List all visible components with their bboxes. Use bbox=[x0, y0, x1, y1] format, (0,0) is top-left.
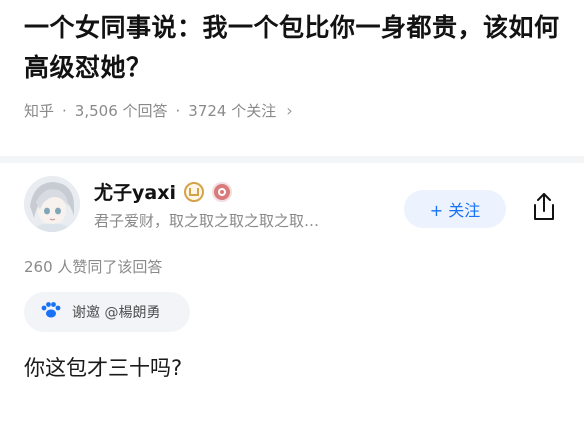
invite-pill[interactable]: 谢邀 @楊朗勇 bbox=[24, 292, 190, 332]
meta-separator: · bbox=[175, 101, 181, 120]
author-name[interactable]: 尤子yaxi bbox=[94, 178, 176, 205]
question-meta: 知乎 · 3,506 个回答 · 3724 个关注 › bbox=[24, 100, 564, 121]
follow-button[interactable]: + 关注 bbox=[404, 190, 506, 228]
achievement-badge-icon[interactable] bbox=[211, 181, 232, 202]
question-title[interactable]: 一个女同事说：我一个包比你一身都贵，该如何高级怼她？ bbox=[24, 8, 564, 88]
answer-count: 3,506 个回答 bbox=[74, 102, 168, 120]
answer-content: 你这包才三十吗? bbox=[24, 356, 183, 380]
verified-badge-icon[interactable] bbox=[183, 181, 204, 202]
section-divider bbox=[0, 156, 584, 163]
meta-separator: · bbox=[62, 101, 67, 120]
author-name-row: 尤子yaxi bbox=[94, 178, 232, 205]
author-row: 尤子yaxi 君子爱财，取之取之取之取之取… + 关注 bbox=[24, 176, 564, 236]
paw-icon bbox=[40, 301, 62, 323]
vote-count: 260 人赞同了该回答 bbox=[24, 258, 163, 276]
chevron-right-icon[interactable]: › bbox=[286, 101, 292, 120]
platform-name: 知乎 bbox=[24, 102, 55, 120]
author-bio: 君子爱财，取之取之取之取之取… bbox=[94, 212, 320, 230]
question-header: 一个女同事说：我一个包比你一身都贵，该如何高级怼她？ 知乎 · 3,506 个回… bbox=[24, 8, 564, 121]
invite-text: 谢邀 @楊朗勇 bbox=[72, 305, 161, 321]
avatar[interactable] bbox=[24, 176, 80, 232]
share-icon[interactable] bbox=[527, 190, 561, 224]
follower-count: 3724 个关注 bbox=[188, 102, 277, 120]
